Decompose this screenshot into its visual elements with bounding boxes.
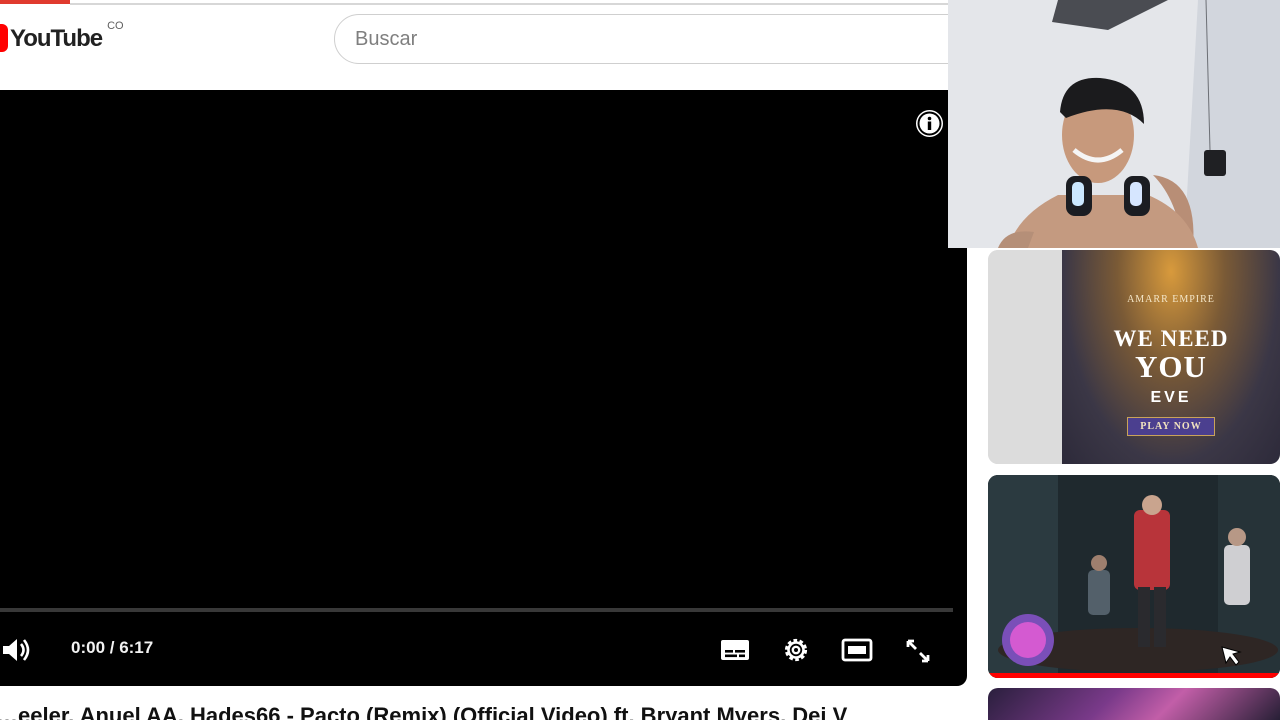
theater-mode-button[interactable] [840, 636, 874, 664]
subtitles-button[interactable] [719, 636, 751, 664]
settings-button[interactable] [780, 634, 812, 666]
recommended-video-thumbnail[interactable] [988, 475, 1280, 678]
youtube-logo[interactable]: YouTube CO [0, 20, 124, 54]
progress-bar[interactable] [0, 608, 953, 612]
ad-headline-2: YOU [1135, 349, 1207, 384]
volume-button[interactable] [0, 635, 36, 665]
ad-placeholder [988, 250, 1062, 464]
ad-brand: AMARR EMPIRE [1127, 294, 1215, 305]
volume-icon [3, 639, 30, 661]
fullscreen-icon [906, 639, 930, 663]
search-input[interactable] [355, 27, 973, 51]
ad-play-now-button[interactable]: PLAY NOW [1127, 417, 1215, 436]
sidebar-ad[interactable]: AMARR EMPIRE WE NEED YOU EVE PLAY NOW [988, 250, 1280, 464]
search-box[interactable] [334, 14, 974, 64]
settings-icon [784, 638, 808, 662]
video-title[interactable]: …eeler, Anuel AA, Hades66 - Pacto (Remix… [0, 703, 956, 720]
thumbnail-image [988, 475, 1280, 678]
recommended-video-thumbnail-next[interactable] [988, 688, 1280, 720]
ad-headline: WE NEED [1113, 326, 1229, 351]
info-icon[interactable] [916, 110, 943, 137]
top-divider [70, 3, 950, 5]
youtube-play-icon [0, 24, 8, 52]
ad-banner[interactable]: AMARR EMPIRE WE NEED YOU EVE PLAY NOW [1062, 250, 1280, 464]
subtitles-icon [721, 640, 749, 660]
webcam-person-image [948, 0, 1280, 248]
fullscreen-button[interactable] [903, 636, 933, 666]
theater-mode-icon [841, 638, 873, 662]
webcam-overlay [948, 0, 1280, 248]
logo-text: YouTube [10, 25, 103, 52]
ad-product-logo: EVE [1150, 389, 1192, 406]
video-player[interactable]: 0:00 / 6:17 [0, 90, 967, 686]
loading-bar [0, 0, 70, 4]
watched-progress-bar [988, 673, 1280, 678]
time-display: 0:00 / 6:17 [71, 638, 154, 657]
country-code: CO [107, 20, 124, 32]
youtube-watch-page: YouTube CO 0:00 / 6:17 [0, 0, 1280, 720]
